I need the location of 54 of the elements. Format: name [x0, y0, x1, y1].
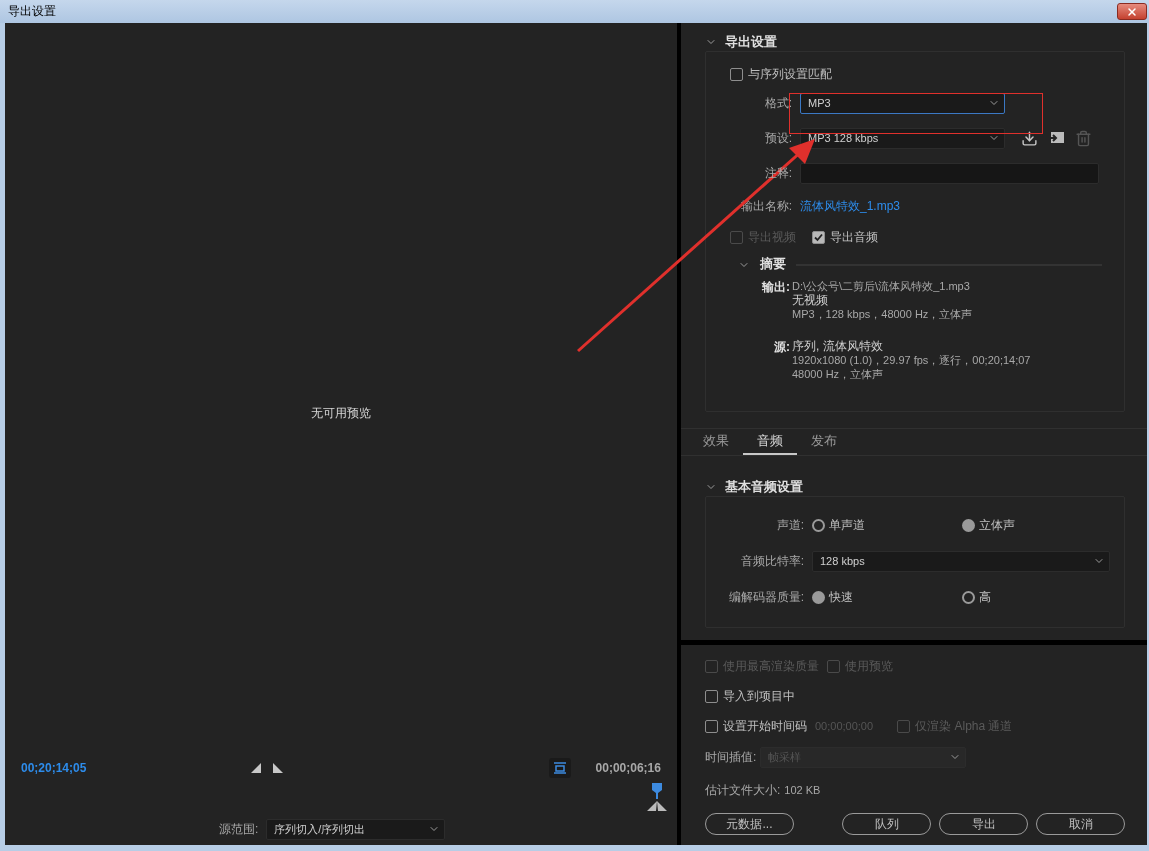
summary-text: MP3，128 kbps，48000 Hz，立体声 [792, 307, 974, 321]
radio-label[interactable]: 单声道 [829, 516, 865, 534]
radio-button[interactable] [962, 590, 975, 604]
channels-label: 声道: [775, 516, 805, 534]
bitrate-dropdown[interactable]: 128 kbps [812, 550, 1110, 572]
tab[interactable]: 音频 [743, 429, 797, 455]
check-icon [814, 232, 823, 242]
source-range-label: 源范围: [219, 820, 259, 838]
radio-label[interactable]: 立体声 [979, 516, 1015, 534]
format-dropdown[interactable]: MP3 [800, 92, 1005, 114]
output-name-link[interactable]: 流体风特效_1.mp3 [800, 197, 901, 215]
tab[interactable]: 效果 [689, 429, 743, 455]
file-size-label: 估计文件大小: [705, 781, 781, 799]
radio-label[interactable]: 快速 [829, 588, 853, 606]
summary-text: 1920x1080 (1.0)，29.97 fps，逐行，00;20;14;07 [792, 353, 1032, 367]
close-icon [1126, 5, 1138, 18]
radio-button[interactable] [962, 518, 975, 532]
section-title: 导出设置 [725, 33, 777, 51]
mark-in-icon[interactable] [251, 763, 262, 773]
checkbox[interactable]: 导出音频 [812, 228, 878, 246]
summary-text: 48000 Hz，立体声 [792, 367, 885, 381]
radio-label[interactable]: 高 [979, 588, 991, 606]
time-interpolation-label: 时间插值: [705, 748, 757, 766]
fit-button[interactable] [548, 758, 571, 778]
current-timecode[interactable]: 00;20;14;05 [21, 761, 87, 775]
duration-timecode: 00;00;06;16 [595, 761, 661, 775]
checkbox[interactable]: 导入到项目中 [705, 687, 795, 705]
summary-text: 无视频 [792, 293, 829, 307]
tab[interactable]: 发布 [797, 429, 851, 455]
comment-field[interactable] [800, 162, 1099, 184]
summary-text: 序列, 流体风特效 [792, 339, 884, 353]
radio-button[interactable] [812, 518, 825, 532]
download-icon[interactable] [1021, 129, 1038, 147]
playhead-icon[interactable] [645, 783, 669, 813]
summary-title: 摘要 [760, 256, 786, 273]
window-title: 导出设置 [8, 3, 56, 20]
codec-quality-label: 编解码器质量: [727, 588, 805, 606]
preset-label: 预设: [763, 129, 793, 147]
fit-icon [552, 762, 567, 774]
source-range-dropdown[interactable]: 序列切入/序列切出 [266, 818, 446, 840]
section-title: 基本音频设置 [725, 478, 803, 496]
file-size-value: 102 KB [784, 784, 821, 796]
summary-text: D:\公众号\二剪后\流体风特效_1.mp3 [792, 279, 971, 293]
format-label: 格式: [763, 94, 793, 112]
mark-out-icon[interactable] [273, 763, 284, 773]
summary-label: 源: [773, 339, 790, 356]
import-icon[interactable] [1048, 130, 1065, 146]
bitrate-label: 音频比特率: [739, 552, 805, 570]
close-button[interactable] [1117, 3, 1147, 20]
checkbox[interactable]: 设置开始时间码 [705, 717, 807, 735]
radio-button[interactable] [812, 590, 825, 604]
checkbox[interactable]: 与序列设置匹配 [730, 65, 832, 83]
summary-label: 输出: [760, 279, 790, 296]
no-preview-message: 无可用预览 [311, 404, 371, 422]
